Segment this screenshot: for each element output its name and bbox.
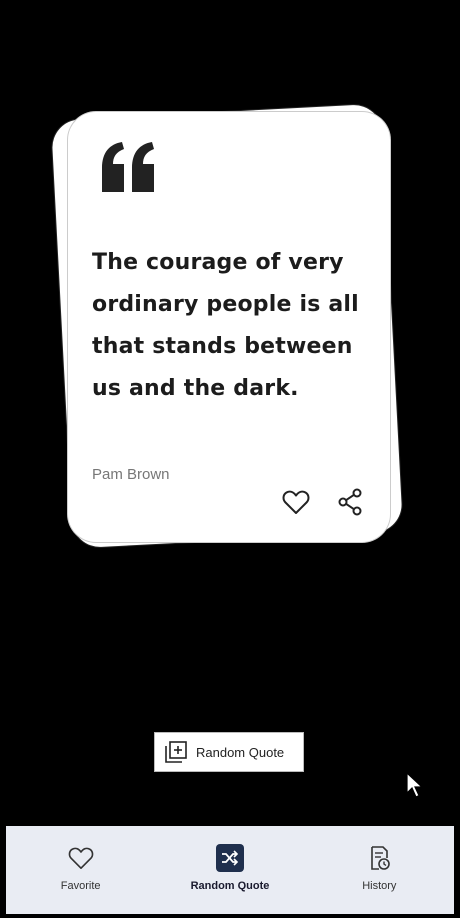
random-quote-button-label: Random Quote [196,744,285,760]
share-icon [338,488,362,516]
quote-author: Pam Brown [92,466,170,483]
quote-card: The courage of very ordinary people is a… [68,112,390,542]
add-box-icon [165,741,187,763]
heart-icon [282,490,310,514]
nav-label-random-quote: Random Quote [190,880,270,892]
heart-icon [67,844,95,872]
app-screen: The courage of very ordinary people is a… [0,0,460,918]
shuffle-icon [215,844,244,872]
quote-text: The courage of very ordinary people is a… [92,250,359,401]
quote-mark-icon [102,142,154,192]
nav-label-favorite: Favorite [60,880,101,892]
bottom-navigation: Favorite Random Quote History [6,826,454,914]
nav-item-favorite[interactable]: Favorite [11,826,151,892]
history-icon [365,844,393,872]
like-button[interactable] [280,486,312,518]
nav-label-history: History [362,880,397,892]
nav-item-random-quote[interactable]: Random Quote [160,826,300,892]
mouse-cursor-icon [406,772,424,798]
random-quote-button[interactable]: Random Quote [154,732,304,772]
nav-item-history[interactable]: History [309,826,449,892]
share-button[interactable] [334,486,366,518]
